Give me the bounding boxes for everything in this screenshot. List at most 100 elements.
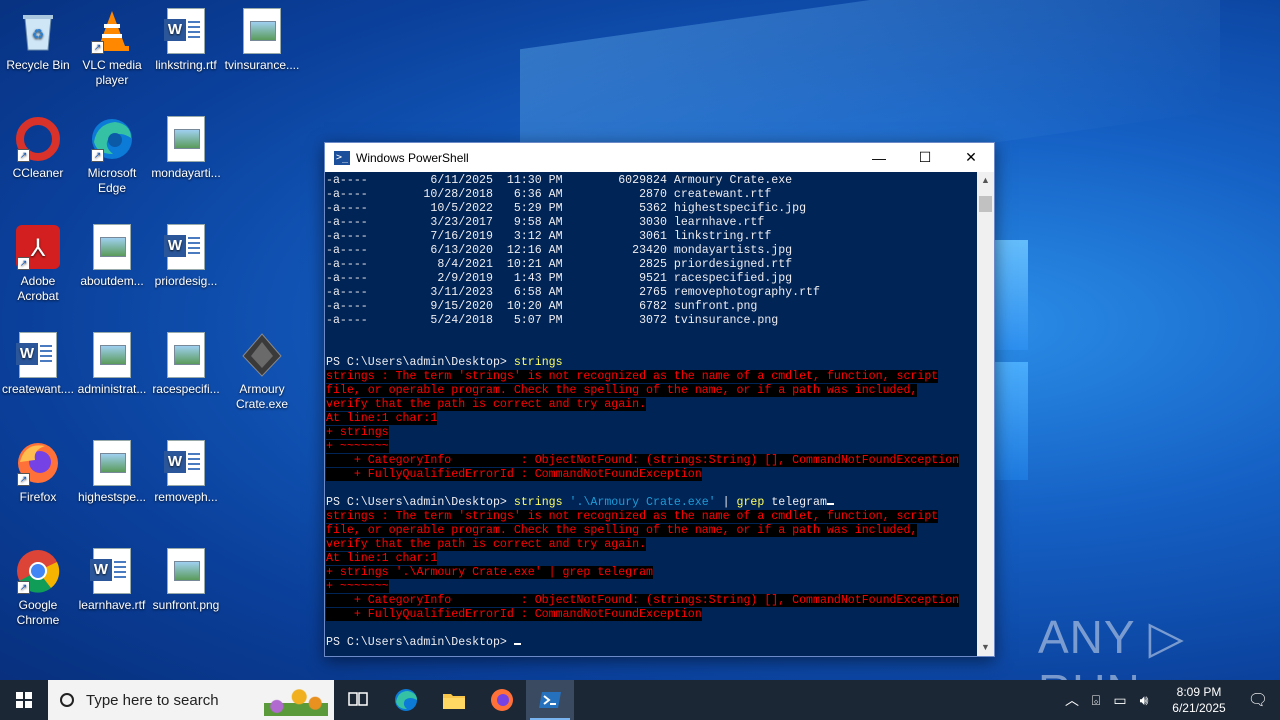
image-file-icon (163, 332, 209, 378)
desktop-icon-learnhave[interactable]: W learnhave.rtf (74, 548, 150, 613)
desktop-icon-ccleaner[interactable]: ↗ CCleaner (0, 116, 76, 181)
prompt: PS C:\Users\admin\Desktop> (326, 636, 514, 649)
clock-time: 8:09 PM (1176, 685, 1222, 699)
desktop-icon-vlc[interactable]: ↗ VLC media player (74, 8, 150, 88)
close-button[interactable]: ✕ (948, 143, 994, 172)
search-placeholder: Type here to search (86, 691, 219, 709)
armoury-crate-icon (239, 332, 285, 378)
desktop-icon-aboutdem[interactable]: aboutdem... (74, 224, 150, 289)
desktop-icon-microsoft-edge[interactable]: ↗ Microsoft Edge (74, 116, 150, 196)
scroll-up-icon[interactable]: ▲ (977, 172, 994, 189)
command-grep: grep (736, 496, 765, 509)
word-doc-icon: W (163, 224, 209, 270)
error-line: At line:1 char:1 (326, 412, 976, 426)
desktop-icon-administrat[interactable]: administrat... (74, 332, 150, 397)
prompt: PS C:\Users\admin\Desktop> (326, 356, 514, 369)
desktop-icon-google-chrome[interactable]: ↗ Google Chrome (0, 548, 76, 628)
console-line: -a---- 3/11/2023 6:58 AM 2765 removephot… (326, 286, 820, 299)
image-file-icon (89, 224, 135, 270)
desktop-icon-mondayarti[interactable]: mondayarti... (148, 116, 224, 181)
word-doc-icon: W (163, 440, 209, 486)
error-text: verify that the path is correct and try … (326, 398, 647, 411)
minimize-button[interactable]: — (856, 143, 902, 172)
text-cursor (513, 643, 521, 645)
console-line: -a---- 9/15/2020 10:20 AM 6782 sunfront.… (326, 300, 758, 313)
vlc-icon: ↗ (89, 8, 135, 54)
error-text: + strings (326, 426, 389, 439)
window-titlebar[interactable]: >_ Windows PowerShell — ☐ ✕ (325, 143, 994, 172)
taskbar-firefox[interactable] (478, 680, 526, 720)
desktop-icon-priordesig[interactable]: W priordesig... (148, 224, 224, 289)
error-line: + ~~~~~~~ (326, 580, 976, 594)
desktop-icon-tvinsurance[interactable]: tvinsurance.... (224, 8, 300, 73)
error-line: At line:1 char:1 (326, 552, 976, 566)
vertical-scrollbar[interactable]: ▲ ▼ (977, 172, 994, 656)
powershell-window[interactable]: >_ Windows PowerShell — ☐ ✕ -a---- 6/11/… (324, 142, 995, 657)
error-text: strings : The term 'strings' is not reco… (326, 370, 939, 383)
word-doc-icon: W (163, 8, 209, 54)
windows-logo-icon (16, 692, 32, 708)
desktop-icon-racespecifi[interactable]: racespecifi... (148, 332, 224, 397)
console-line: -a---- 3/23/2017 9:58 AM 3030 learnhave.… (326, 216, 765, 229)
device-icon[interactable]: ⌺ (1084, 692, 1108, 709)
taskbar-powershell[interactable] (526, 680, 574, 720)
command-line-3[interactable]: PS C:\Users\admin\Desktop> (326, 636, 976, 650)
image-file-icon (239, 8, 285, 54)
taskbar-edge[interactable] (382, 680, 430, 720)
desktop-icon-sunfront[interactable]: sunfront.png (148, 548, 224, 613)
desktop-icon-armoury-crate[interactable]: Armoury Crate.exe (224, 332, 300, 412)
svg-text:♻: ♻ (32, 26, 45, 42)
word-doc-icon: W (89, 548, 135, 594)
error-text: file, or operable program. Check the spe… (326, 384, 918, 397)
svg-text:⅄: ⅄ (30, 234, 46, 262)
notification-center-icon[interactable]: 🗨︎ (1236, 680, 1280, 720)
command-text: strings (513, 496, 563, 509)
error-text: At line:1 char:1 (326, 412, 438, 425)
command-text: strings (513, 356, 563, 369)
prompt: PS C:\Users\admin\Desktop> (326, 496, 514, 509)
task-view-button[interactable] (334, 680, 382, 720)
chevron-up-icon[interactable]: ︿ (1060, 690, 1084, 710)
image-file-icon (89, 440, 135, 486)
error-text: verify that the path is correct and try … (326, 538, 647, 551)
taskbar-file-explorer[interactable] (430, 680, 478, 720)
start-button[interactable] (0, 680, 48, 720)
console-output[interactable]: -a---- 6/11/2025 11:30 PM 6029824 Armour… (325, 172, 976, 656)
word-doc-icon: W (15, 332, 61, 378)
desktop-icon-recycle-bin[interactable]: ♻ Recycle Bin (0, 8, 76, 73)
console-line: -a---- 6/13/2020 12:16 AM 23420 mondayar… (326, 244, 793, 257)
powershell-icon: >_ (334, 150, 350, 165)
window-title: Windows PowerShell (356, 150, 469, 165)
firefox-icon (491, 689, 513, 711)
desktop-icon-adobe-acrobat[interactable]: ⅄ ↗ Adobe Acrobat (0, 224, 76, 304)
console-line: -a---- 10/28/2018 6:36 AM 2870 createwan… (326, 188, 772, 201)
image-file-icon (163, 116, 209, 162)
clock[interactable]: 8:09 PM 6/21/2025 (1162, 684, 1236, 716)
console-line: -a---- 7/16/2019 3:12 AM 3061 linkstring… (326, 230, 772, 243)
acrobat-icon: ⅄ ↗ (15, 224, 61, 270)
taskbar-search-box[interactable]: Type here to search (48, 680, 334, 720)
scroll-down-icon[interactable]: ▼ (977, 639, 994, 656)
error-line: + CategoryInfo : ObjectNotFound: (string… (326, 594, 976, 608)
desktop-icon-removeph[interactable]: W removeph... (148, 440, 224, 505)
desktop-icon-highestspe[interactable]: highestspe... (74, 440, 150, 505)
desktop-icon-linkstring[interactable]: W linkstring.rtf (148, 8, 224, 73)
recycle-bin-icon: ♻ (15, 8, 61, 54)
error-text: + ~~~~~~~ (326, 440, 389, 453)
scroll-thumb[interactable] (979, 196, 992, 212)
error-line: + CategoryInfo : ObjectNotFound: (string… (326, 454, 976, 468)
command-arg: '.\Armoury Crate.exe' (569, 496, 716, 509)
maximize-button[interactable]: ☐ (902, 143, 948, 172)
desktop-icon-firefox[interactable]: ↗ Firefox (0, 440, 76, 505)
network-icon[interactable]: ▭ (1108, 692, 1132, 709)
error-text: + strings '.\Armoury Crate.exe' | grep t… (326, 566, 653, 579)
error-line: + strings '.\Armoury Crate.exe' | grep t… (326, 566, 976, 580)
image-file-icon (89, 332, 135, 378)
error-text: + ~~~~~~~ (326, 580, 389, 593)
console-line: -a---- 8/4/2021 10:21 AM 2825 priordesig… (326, 258, 793, 271)
desktop-icon-createwant[interactable]: W createwant.... (0, 332, 76, 397)
volume-icon[interactable]: 🔊︎ (1132, 692, 1156, 709)
error-line: + ~~~~~~~ (326, 440, 976, 454)
